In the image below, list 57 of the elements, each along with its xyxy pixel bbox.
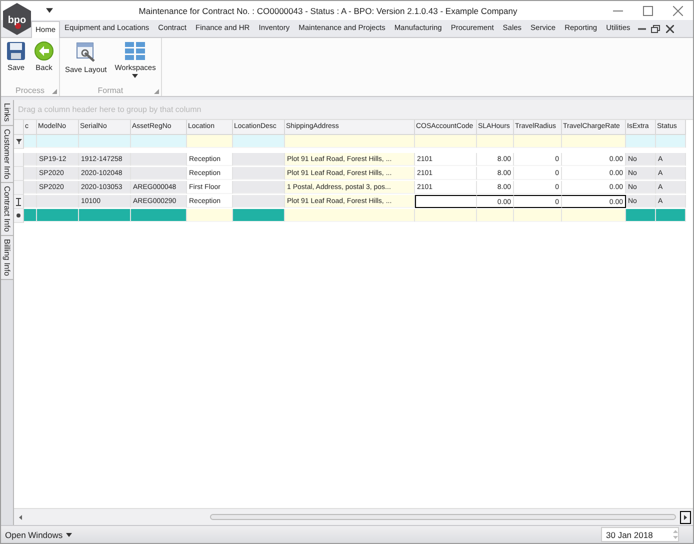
new-row-cell[interactable] xyxy=(187,209,233,222)
new-row-cell[interactable] xyxy=(562,209,626,222)
group-label: Process xyxy=(16,86,44,94)
text-cursor-icon xyxy=(16,198,21,206)
new-row-icon xyxy=(16,213,21,218)
filter-cell[interactable] xyxy=(131,135,187,148)
filter-cell[interactable] xyxy=(285,135,415,148)
close-icon[interactable] xyxy=(673,6,683,16)
side-tab[interactable]: Billing Info xyxy=(1,236,13,280)
quick-access-dropdown-icon[interactable] xyxy=(46,8,53,13)
table-cell xyxy=(233,181,285,194)
new-row-cell[interactable] xyxy=(233,209,285,222)
new-row-cell[interactable] xyxy=(477,209,514,222)
open-windows-button[interactable]: Open Windows xyxy=(5,530,72,540)
caret-icon xyxy=(66,532,72,536)
new-row-cell[interactable] xyxy=(415,209,477,222)
filter-cell[interactable] xyxy=(79,135,131,148)
filter-cell[interactable] xyxy=(187,135,233,148)
table-cell xyxy=(233,195,285,208)
filter-cell[interactable] xyxy=(477,135,514,148)
filter-cell[interactable] xyxy=(626,135,656,148)
filter-icon xyxy=(16,139,22,144)
date-field[interactable]: 30 Jan 2018 xyxy=(601,527,679,542)
scrollbar-thumb[interactable] xyxy=(210,514,676,520)
filter-cell[interactable] xyxy=(37,135,79,148)
filter-cell[interactable] xyxy=(656,135,686,148)
side-tab[interactable]: Links xyxy=(1,100,13,126)
table-cell xyxy=(233,167,285,180)
scroll-right-icon[interactable] xyxy=(680,510,691,524)
maximize-icon[interactable] xyxy=(643,6,653,16)
filter-cell[interactable] xyxy=(233,135,285,148)
new-row-cell[interactable] xyxy=(285,209,415,222)
new-row-cell[interactable] xyxy=(656,209,686,222)
new-row-cell[interactable] xyxy=(79,209,131,222)
filter-cell[interactable] xyxy=(415,135,477,148)
table-cell xyxy=(24,153,37,166)
dialog-launcher-icon[interactable] xyxy=(52,89,57,94)
group-label: Format xyxy=(98,86,124,94)
layout-wrench-icon xyxy=(74,41,97,63)
filter-cell[interactable] xyxy=(24,135,37,148)
filter-cell[interactable] xyxy=(514,135,562,148)
table-cell xyxy=(24,181,37,194)
new-row-cell[interactable] xyxy=(24,209,37,222)
side-tab[interactable]: Customer Info xyxy=(1,126,13,183)
filter-cell[interactable] xyxy=(562,135,626,148)
side-tab[interactable]: Contract Info xyxy=(1,182,13,236)
table-cell xyxy=(233,153,285,166)
table-cell xyxy=(24,167,37,180)
dialog-launcher-icon[interactable] xyxy=(154,89,159,94)
window-title: Maintenance for Contract No. : CO0000043 - Status : A - BPO: Version 2.1.0.43 - Example Company xyxy=(138,6,518,16)
group-panel-hint: Drag a column header here to group by that column xyxy=(18,105,202,114)
new-row-cell[interactable] xyxy=(514,209,562,222)
spinner-icon[interactable] xyxy=(673,530,678,539)
new-row-cell[interactable] xyxy=(626,209,656,222)
new-row-cell[interactable] xyxy=(131,209,187,222)
workspaces-icon xyxy=(124,41,146,61)
new-row-cell[interactable] xyxy=(37,209,79,222)
